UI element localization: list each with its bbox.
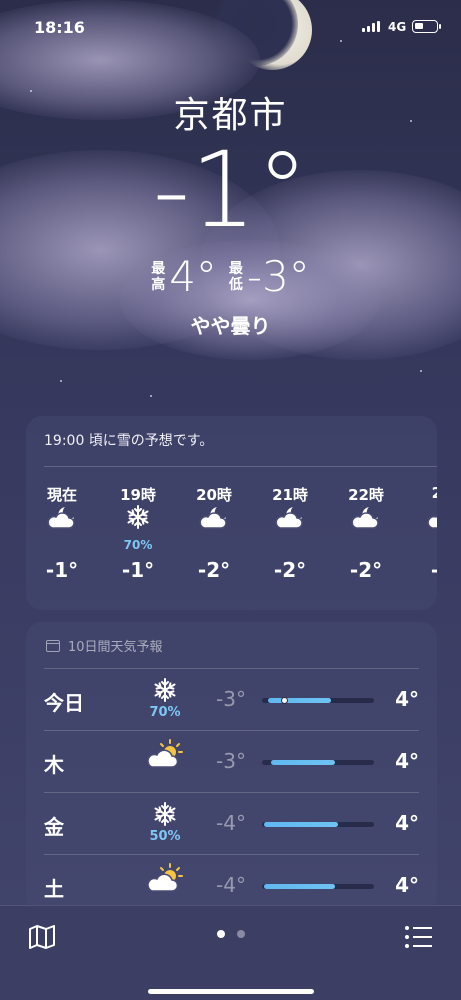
daily-forecast-card[interactable]: 10日間天気予報 今日 70% -3° 4° 木 -3° 4° 金 50% -4° 4° 土 -4° 4°: [26, 622, 437, 912]
daily-row[interactable]: 金 50% -4° 4°: [44, 792, 419, 854]
star: [150, 395, 152, 397]
hourly-temp: -2°: [197, 558, 231, 582]
temp-range-bar: [264, 822, 339, 827]
hourly-item: 19時 70% -1°: [108, 484, 168, 582]
bottom-toolbar: [0, 905, 461, 1000]
hourly-time: 21時: [272, 486, 308, 504]
daily-high: 4°: [395, 749, 419, 773]
daily-precip: 50%: [149, 829, 181, 844]
daily-day: 木: [44, 753, 64, 777]
daily-high: 4°: [395, 687, 419, 711]
partly-sunny-icon: [140, 739, 190, 785]
daily-row[interactable]: 今日 70% -3° 4°: [44, 668, 419, 730]
high-label-2: 高: [151, 277, 166, 293]
hourly-time: 20時: [196, 486, 232, 504]
daily-low: -3°: [216, 687, 246, 711]
low-label: 最 低: [229, 261, 243, 293]
star: [420, 370, 422, 372]
condition-text: やや曇り: [190, 314, 271, 338]
hourly-temp: -2°: [273, 558, 307, 582]
low-temp: -3°: [246, 252, 310, 301]
daily-low: -3°: [216, 749, 246, 773]
daily-high: 4°: [395, 811, 419, 835]
hourly-time: 23: [431, 484, 437, 502]
temp-range-track: [262, 822, 374, 827]
partly-cloudy-night-icon: [412, 504, 437, 552]
hourly-temp: -3: [412, 558, 437, 582]
partly-sunny-icon: [140, 863, 190, 909]
high-low: 最 高 4° 最 低 -3°: [0, 256, 461, 298]
high-temp: 4°: [169, 252, 217, 301]
status-bar: 18:16 4G: [0, 0, 461, 54]
divider: [44, 466, 437, 467]
hourly-temp: -2°: [349, 558, 383, 582]
hourly-summary: 19:00 頃に雪の予想です。: [44, 433, 214, 449]
status-time: 18:16: [34, 18, 85, 37]
star: [60, 380, 62, 382]
temp-range-track: [262, 760, 374, 765]
daily-low: -4°: [216, 873, 246, 897]
low-temp-group: 最 低 -3°: [229, 256, 310, 298]
map-icon[interactable]: [28, 924, 56, 954]
temp-range-track: [262, 884, 374, 889]
partly-cloudy-night-icon: [32, 504, 92, 552]
page-dot[interactable]: [236, 930, 245, 938]
hourly-precip: 70%: [123, 538, 153, 552]
hourly-item: 21時 -2°: [260, 484, 320, 582]
current-temperature: -1°: [152, 129, 309, 251]
daily-day: 今日: [44, 691, 84, 715]
hourly-item: 現在 -1°: [32, 484, 92, 582]
hourly-item: 23 -3: [412, 484, 437, 582]
daily-header: 10日間天気予報: [46, 636, 163, 655]
hourly-time: 22時: [348, 486, 384, 504]
partly-cloudy-night-icon: [260, 504, 320, 552]
daily-row[interactable]: 木 -3° 4°: [44, 730, 419, 792]
daily-low: -4°: [216, 811, 246, 835]
snowflake-icon: 50%: [140, 801, 190, 847]
list-icon[interactable]: [404, 924, 434, 954]
high-label-1: 最: [151, 261, 166, 277]
signal-icon: [362, 21, 380, 32]
hourly-time: 現在: [46, 486, 77, 504]
battery-icon: [412, 20, 441, 33]
hourly-item: 20時 -2°: [184, 484, 244, 582]
high-label: 最 高: [151, 261, 165, 293]
low-label-2: 低: [228, 277, 243, 293]
hourly-item: 22時 -2°: [336, 484, 396, 582]
home-indicator[interactable]: [148, 989, 314, 994]
page-dot-current-location[interactable]: [216, 930, 225, 938]
daily-day: 土: [44, 877, 64, 901]
daily-high: 4°: [395, 873, 419, 897]
network-type: 4G: [388, 20, 407, 34]
hourly-temp: -1°: [121, 558, 155, 582]
page-indicator[interactable]: [0, 930, 461, 938]
snowflake-icon: 70%: [140, 677, 190, 723]
partly-cloudy-night-icon: [336, 504, 396, 552]
hourly-forecast-card[interactable]: 19:00 頃に雪の予想です。 現在 -1° 19時 70% -1° 20時 -2° 21時 -…: [26, 416, 437, 610]
hourly-temp: -1°: [45, 558, 79, 582]
temp-range-bar: [270, 760, 335, 765]
daily-title: 10日間天気予報: [68, 640, 163, 655]
daily-precip: 70%: [149, 705, 181, 720]
temp-range-bar: [264, 884, 335, 889]
daily-row[interactable]: 土 -4° 4°: [44, 854, 419, 912]
partly-cloudy-night-icon: [184, 504, 244, 552]
high-temp-group: 最 高 4°: [151, 256, 217, 298]
daily-day: 金: [44, 815, 64, 839]
snowflake-icon: 70%: [108, 504, 168, 552]
low-label-1: 最: [228, 261, 243, 277]
temp-range-bar: [267, 698, 332, 703]
temp-range-track: [262, 697, 374, 704]
calendar-icon: [46, 639, 60, 652]
hourly-time: 19時: [120, 486, 156, 504]
